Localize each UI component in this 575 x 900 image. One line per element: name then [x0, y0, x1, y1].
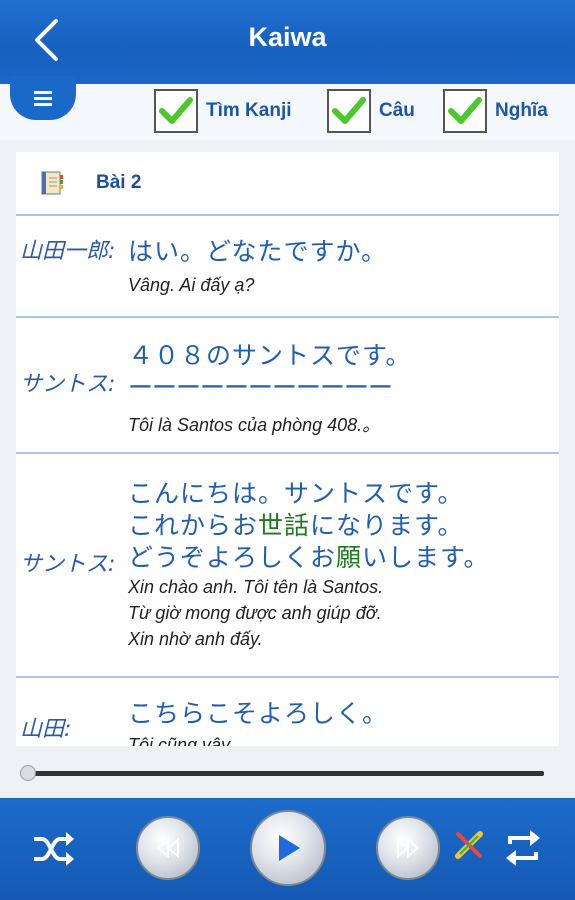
toggle-kanji[interactable]: Tìm Kanji: [154, 88, 292, 134]
checkmark-icon: [332, 97, 366, 124]
repeat-button[interactable]: [500, 826, 546, 870]
repeat-icon: [506, 830, 540, 866]
toggle-meaning-label: Nghĩa: [495, 100, 548, 121]
japanese-line: こちらこそよろしく。: [128, 699, 389, 728]
dialog-row[interactable]: サントス: ４０８のサントスです。 ーーーーーーーーーーー Tôi là San…: [16, 318, 559, 454]
jp-text: になります。: [310, 511, 464, 540]
kanji-highlight[interactable]: 願: [336, 543, 362, 572]
dialog-row[interactable]: 山田一郎: はい。どなたですか。 Vâng. Ai đấy ạ?: [16, 216, 559, 318]
slider-handle[interactable]: [20, 765, 36, 781]
shuffle-button[interactable]: [30, 828, 76, 870]
lesson-title: Bài 2: [96, 172, 142, 193]
dialog-row[interactable]: 山田: こちらこそよろしく。 Tôi cũng vậy...: [16, 678, 559, 746]
checkbox-sentence[interactable]: [327, 89, 371, 133]
vietnamese-line: Xin nhờ anh đấy.: [128, 629, 263, 649]
speaker-name: サントス:: [20, 372, 116, 397]
toggle-meaning[interactable]: Nghĩa: [443, 88, 548, 134]
player-bar: [0, 798, 575, 900]
checkmark-icon: [448, 97, 482, 124]
speaker-name: 山田:: [20, 717, 72, 742]
japanese-line: ４０８のサントスです。: [128, 341, 412, 370]
speaker-name: サントス:: [20, 552, 116, 577]
checkbox-kanji[interactable]: [154, 89, 198, 133]
pencil-icon: [455, 831, 483, 859]
japanese-line: どうぞよろしくお願いします。: [128, 542, 559, 574]
rewind-button[interactable]: [136, 816, 200, 880]
fast-forward-button[interactable]: [376, 816, 440, 880]
vietnamese-line: Vâng. Ai đấy ạ?: [128, 275, 255, 295]
vietnamese-line: Tôi là Santos của phòng 408.。: [128, 415, 381, 435]
header-bar: Kaiwa: [0, 0, 575, 84]
rewind-icon: [156, 838, 179, 858]
toggle-kanji-label: Tìm Kanji: [206, 100, 292, 121]
menu-button[interactable]: [10, 76, 76, 120]
menu-icon: [34, 88, 52, 109]
vietnamese-line: Xin chào anh. Tôi tên là Santos.: [128, 577, 384, 597]
page-title: Kaiwa: [248, 22, 327, 52]
play-icon: [279, 835, 300, 861]
japanese-line: はい。どなたですか。: [128, 237, 388, 266]
japanese-line: これからお世話になります。: [128, 510, 559, 542]
edit-button[interactable]: [452, 828, 486, 862]
dialog-row[interactable]: サントス: こんにちは。サントスです。 これからお世話になります。 どうぞよろし…: [16, 454, 559, 678]
lesson-header: Bài 2: [16, 152, 559, 216]
speaker-name: 山田一郎:: [20, 239, 116, 264]
toggle-sentence[interactable]: Câu: [327, 88, 415, 134]
japanese-line: ーーーーーーーーーーー: [128, 373, 393, 402]
kanji-highlight[interactable]: 世話: [258, 511, 310, 540]
checkbox-meaning[interactable]: [443, 89, 487, 133]
vietnamese-line: Từ giờ mong được anh giúp đỡ.: [128, 603, 382, 623]
japanese-line: こんにちは。サントスです。: [128, 479, 464, 508]
play-button[interactable]: [250, 810, 326, 886]
toggle-sentence-label: Câu: [379, 100, 415, 121]
notebook-icon: [41, 171, 63, 195]
fast-forward-icon: [397, 838, 420, 858]
vietnamese-line: Tôi cũng vậy...: [128, 735, 244, 746]
checkmark-icon: [159, 97, 193, 124]
shuffle-icon: [34, 832, 74, 866]
dialog-panel[interactable]: Bài 2 山田一郎: はい。どなたですか。 Vâng. Ai đấy ạ? サ…: [16, 152, 559, 746]
progress-slider[interactable]: [28, 771, 544, 776]
jp-text: どうぞよろしくお: [128, 543, 337, 572]
jp-text: いします。: [362, 543, 490, 572]
jp-text: これからお: [128, 511, 259, 540]
